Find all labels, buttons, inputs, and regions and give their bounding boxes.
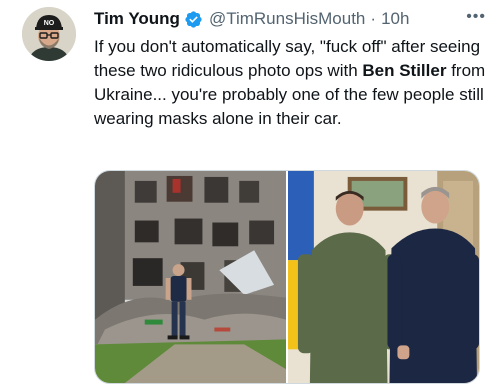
more-icon[interactable]: •••: [466, 8, 486, 26]
two-men-posing-photo[interactable]: [288, 171, 479, 383]
author-name[interactable]: Tim Young: [94, 9, 180, 29]
avatar-cap-text: NO: [44, 20, 55, 27]
media-grid: [94, 170, 480, 384]
timestamp[interactable]: 10h: [381, 9, 409, 29]
tweet[interactable]: NO Tim Young @TimRunsHisMouth · 10h ••• …: [0, 0, 500, 392]
tweet-text-bold-name: Ben Stiller: [362, 61, 447, 80]
author-handle[interactable]: @TimRunsHisMouth: [209, 9, 365, 29]
destroyed-building-photo[interactable]: [95, 171, 286, 383]
avatar[interactable]: NO: [22, 7, 76, 61]
separator-dot: ·: [370, 9, 377, 28]
verified-badge-icon: [184, 10, 203, 29]
tweet-text: If you don't automatically say, "fuck of…: [94, 35, 489, 131]
tweet-header: Tim Young @TimRunsHisMouth · 10h •••: [94, 8, 486, 30]
